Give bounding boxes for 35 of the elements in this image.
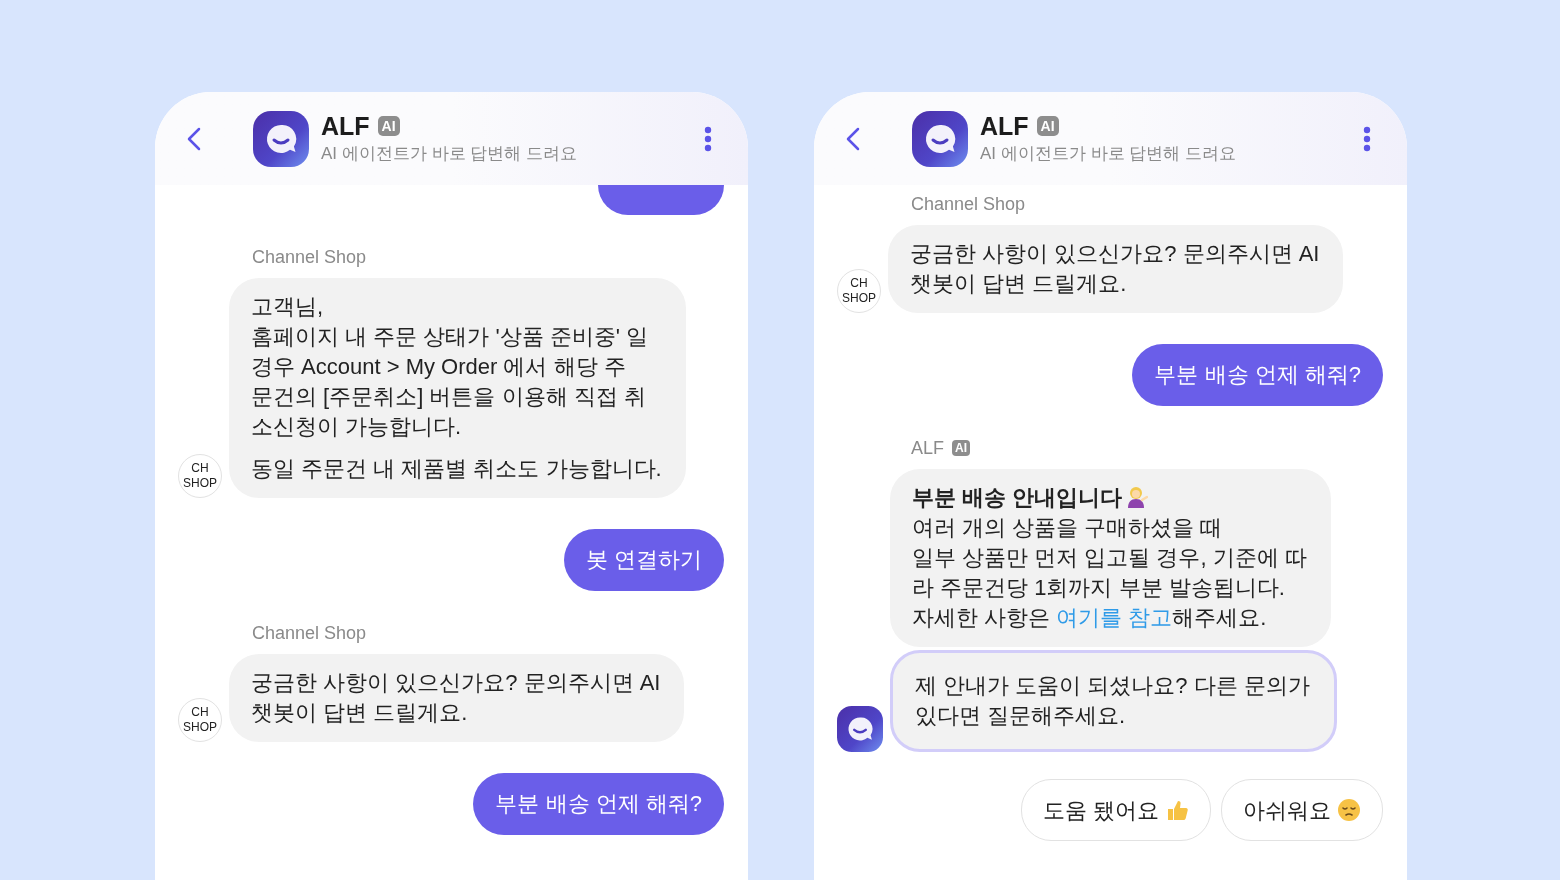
ai-badge: AI xyxy=(1036,115,1059,136)
user-message: 부분 배송 언제 해줘? xyxy=(473,773,724,835)
sad-face-icon xyxy=(1337,798,1361,822)
shop-avatar: CH SHOP xyxy=(178,698,222,742)
ai-badge: AI xyxy=(377,115,400,136)
more-icon[interactable] xyxy=(1363,125,1371,152)
user-message: 봇 연결하기 xyxy=(563,529,724,591)
sender-name: Channel Shop xyxy=(911,193,1026,215)
thumbs-up-icon xyxy=(1165,798,1189,822)
message-text: 궁금한 사항이 있으신가요? 문의주시면 AI 챗봇이 답변 드릴게요. xyxy=(251,669,662,727)
alf-avatar-icon xyxy=(837,706,883,752)
quick-reply-button[interactable]: 도움 됐어요 xyxy=(1020,779,1211,841)
message-text: 궁금한 사항이 있으신가요? 문의주시면 AI 챗봇이 답변 드릴게요. xyxy=(910,240,1321,298)
sender-name: Channel Shop xyxy=(252,246,367,268)
sender-name: ALF xyxy=(911,437,944,459)
message-text: 고객님, 홈페이지 내 주문 상태가 '상품 준비중' 일 경우 Account > My Order 에서 해당 주 문건의 [주문취소] 버튼을 이용해 직접 취 소신청이 가능합니다. xyxy=(251,293,650,441)
ai-badge: AI xyxy=(952,440,970,456)
chat-subtitle: AI 에이전트가 바로 답변해 드려요 xyxy=(980,142,1236,165)
chat-title: ALF xyxy=(321,110,370,141)
alf-logo-icon xyxy=(912,110,968,167)
message-text: 동일 주문건 내 제품별 취소도 가능합니다. xyxy=(251,455,663,483)
message-heading: 부분 배송 안내입니다 xyxy=(912,483,1151,513)
shop-avatar: CH SHOP xyxy=(178,454,222,498)
back-icon[interactable] xyxy=(846,126,860,151)
quick-reply-button[interactable]: 아쉬워요 xyxy=(1221,779,1383,841)
message-text: 여러 개의 상품을 구매하셨을 때 일부 상품만 먼저 입고될 경우, 기준에 따 라 주문건당 1회까지 부분 발송됩니다. 자세한 사항은 여기를 참고해주세요. xyxy=(912,514,1308,632)
alf-logo-icon xyxy=(253,110,309,167)
shop-avatar: CH SHOP xyxy=(837,269,881,313)
user-message: 부분 배송 언제 해줘? xyxy=(1132,344,1383,406)
message-text: 제 안내가 도움이 되셨나요? 다른 문의가 있다면 질문해주세요. xyxy=(915,672,1311,730)
back-icon[interactable] xyxy=(187,126,201,151)
sender-name: Channel Shop xyxy=(252,622,367,644)
chat-title: ALF xyxy=(980,110,1029,141)
chat-subtitle: AI 에이전트가 바로 답변해 드려요 xyxy=(321,142,577,165)
more-icon[interactable] xyxy=(704,125,712,152)
